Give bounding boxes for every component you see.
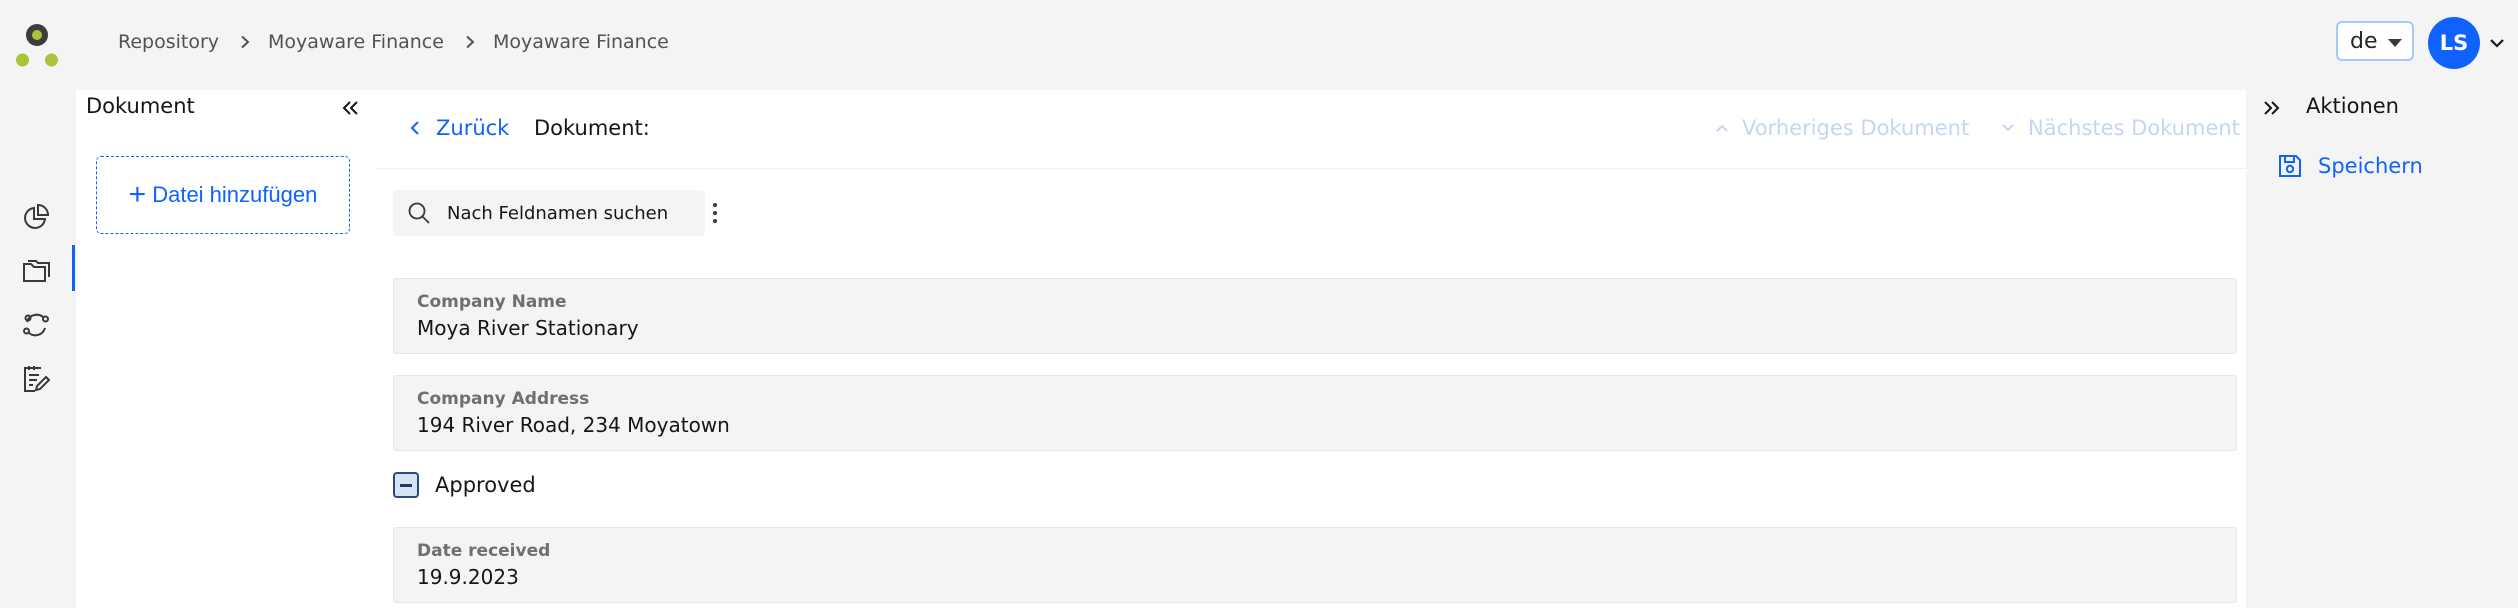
breadcrumb-item-repository[interactable]: Repository <box>118 31 219 53</box>
actions-panel: Aktionen Speichern <box>2246 90 2518 608</box>
sync-icon[interactable] <box>21 310 51 340</box>
field-label: Company Name <box>417 292 567 312</box>
language-select[interactable]: de <box>2336 21 2414 61</box>
active-indicator <box>72 245 75 291</box>
approved-checkbox-row[interactable]: Approved <box>393 472 536 498</box>
document-edit-icon[interactable] <box>21 364 51 394</box>
save-button[interactable]: Speichern <box>2276 152 2423 180</box>
overflow-menu-icon[interactable] <box>701 200 729 226</box>
save-label: Speichern <box>2318 154 2423 178</box>
header-divider <box>376 168 2246 169</box>
indeterminate-icon <box>400 484 412 487</box>
caret-down-icon <box>2388 39 2402 47</box>
folder-icon[interactable] <box>21 256 51 286</box>
field-company-name[interactable]: Company Name Moya River Stationary <box>393 278 2237 354</box>
document-panel-title: Dokument <box>86 94 195 118</box>
chevron-left-icon <box>410 121 419 135</box>
back-link[interactable]: Zurück <box>406 116 509 140</box>
actions-panel-title: Aktionen <box>2306 94 2399 118</box>
collapse-left-icon[interactable] <box>338 96 362 120</box>
document-panel: Dokument + Datei hinzufügen <box>76 90 376 608</box>
breadcrumb: Repository Moyaware Finance Moyaware Fin… <box>118 0 669 84</box>
next-document-button[interactable]: Nächstes Dokument <box>2000 116 2240 140</box>
chevron-right-icon <box>466 35 475 49</box>
chevron-right-icon <box>241 35 250 49</box>
plus-icon: + <box>128 178 147 211</box>
field-search[interactable]: Nach Feldnamen suchen <box>393 190 705 236</box>
next-document-label: Nächstes Dokument <box>2028 116 2240 140</box>
previous-document-button[interactable]: Vorheriges Dokument <box>1714 116 1969 140</box>
avatar[interactable]: LS <box>2428 17 2480 69</box>
approved-label: Approved <box>435 473 536 497</box>
main-content: Zurück Dokument: Vorheriges Dokument Näc… <box>376 90 2246 608</box>
field-company-address[interactable]: Company Address 194 River Road, 234 Moya… <box>393 375 2237 451</box>
breadcrumb-item-project[interactable]: Moyaware Finance <box>268 31 444 53</box>
left-rail <box>0 90 76 608</box>
field-label: Company Address <box>417 389 590 409</box>
expand-right-icon[interactable] <box>2260 96 2284 120</box>
top-bar: Repository Moyaware Finance Moyaware Fin… <box>0 0 2518 90</box>
approved-checkbox[interactable] <box>393 472 419 498</box>
document-label: Dokument: <box>534 116 650 140</box>
back-label: Zurück <box>436 116 510 140</box>
dashboard-icon[interactable] <box>21 202 51 232</box>
field-label: Date received <box>417 541 551 561</box>
field-value[interactable]: 19.9.2023 <box>417 564 2236 590</box>
app-logo[interactable] <box>14 20 60 68</box>
field-value[interactable]: Moya River Stationary <box>417 315 2236 341</box>
language-value: de <box>2350 28 2378 54</box>
chevron-down-icon[interactable] <box>2488 35 2506 51</box>
previous-document-label: Vorheriges Dokument <box>1742 116 1970 140</box>
field-date-received[interactable]: Date received 19.9.2023 <box>393 527 2237 603</box>
add-file-label: Datei hinzufügen <box>152 182 318 207</box>
field-value[interactable]: 194 River Road, 234 Moyatown <box>417 412 2236 438</box>
avatar-initials: LS <box>2439 31 2469 55</box>
chevron-up-icon <box>1716 124 1728 132</box>
breadcrumb-item-current[interactable]: Moyaware Finance <box>493 31 669 53</box>
save-icon <box>2279 155 2301 177</box>
search-icon <box>408 202 430 224</box>
chevron-down-icon <box>2002 124 2014 132</box>
add-file-button[interactable]: + Datei hinzufügen <box>96 156 350 234</box>
search-input[interactable]: Nach Feldnamen suchen <box>447 203 668 224</box>
